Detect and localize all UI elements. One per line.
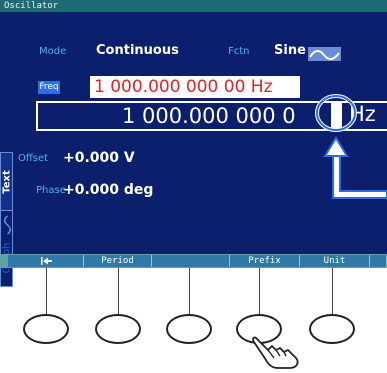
blank-softkey[interactable]	[152, 255, 230, 267]
hw-button-1[interactable]	[23, 314, 69, 344]
softkey-bar: Period Prefix Unit	[0, 254, 387, 268]
pointing-hand-icon	[252, 336, 299, 369]
left-arrow-bar-icon	[40, 256, 52, 265]
button-stem-5	[332, 268, 333, 314]
button-stem-2	[118, 268, 119, 314]
extra-softkey[interactable]	[370, 255, 387, 267]
hw-button-2[interactable]	[95, 314, 141, 344]
hw-button-3[interactable]	[166, 314, 212, 344]
prefix-softkey[interactable]: Prefix	[230, 255, 300, 267]
button-stem-4	[259, 268, 260, 314]
period-softkey[interactable]: Period	[84, 255, 152, 267]
unit-softkey[interactable]: Unit	[300, 255, 370, 267]
button-stem-3	[189, 268, 190, 314]
back-softkey[interactable]	[8, 255, 84, 267]
cursor-callout	[315, 94, 387, 199]
hw-button-5[interactable]	[309, 314, 355, 344]
button-stem-1	[46, 268, 47, 314]
